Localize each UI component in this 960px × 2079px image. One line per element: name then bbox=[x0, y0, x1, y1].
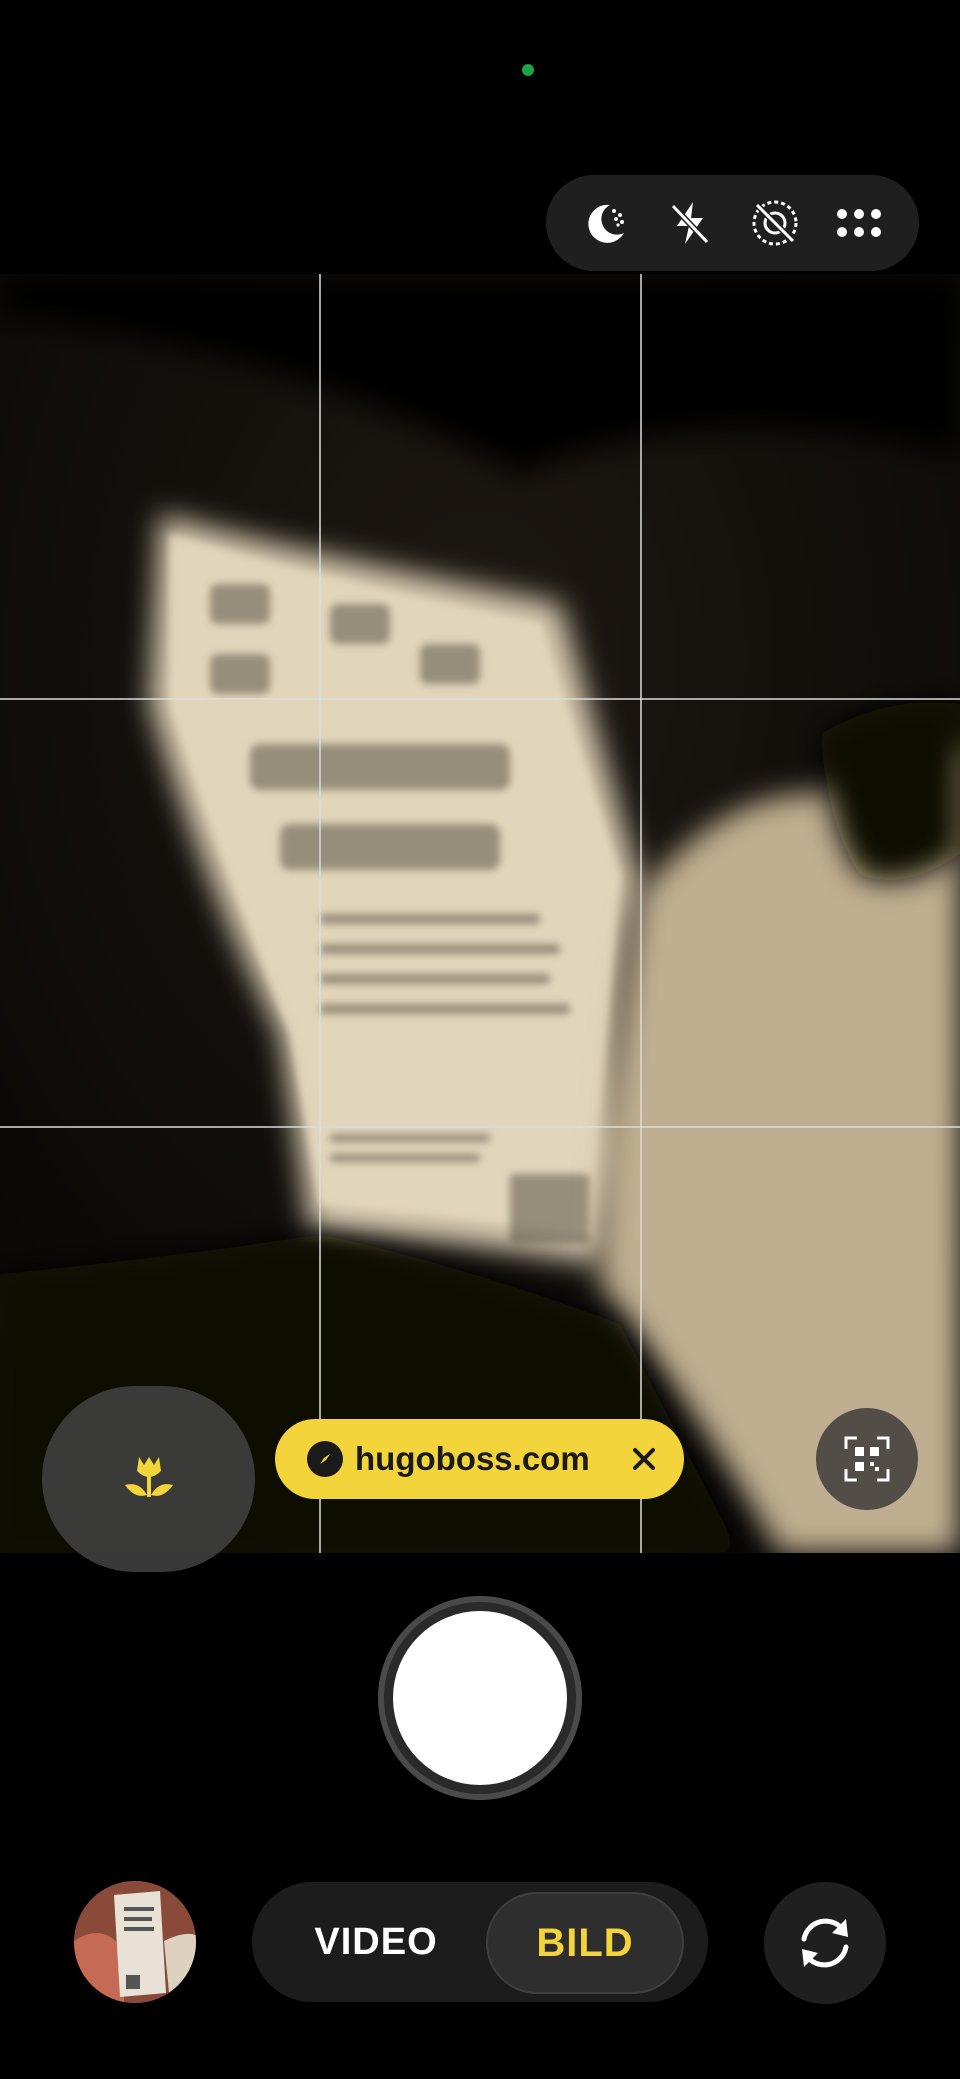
grid-line-vertical bbox=[319, 274, 321, 1553]
night-mode-button[interactable] bbox=[576, 193, 636, 253]
flash-off-icon bbox=[671, 202, 710, 245]
last-photo-preview bbox=[74, 1881, 196, 2003]
top-controls-bar bbox=[546, 175, 919, 271]
shutter-button[interactable] bbox=[393, 1611, 567, 1785]
macro-focus-button[interactable] bbox=[42, 1386, 255, 1572]
qr-scanner-button[interactable] bbox=[816, 1408, 918, 1510]
viewfinder-image bbox=[0, 274, 960, 1553]
mode-photo-tab[interactable]: BILD bbox=[486, 1892, 684, 1994]
camera-viewfinder[interactable] bbox=[0, 274, 960, 1553]
detected-link-text: hugoboss.com bbox=[355, 1440, 590, 1477]
gallery-thumbnail[interactable] bbox=[74, 1881, 196, 2003]
grid-line-horizontal bbox=[0, 698, 960, 700]
flash-button[interactable] bbox=[660, 193, 720, 253]
close-icon bbox=[633, 1448, 655, 1470]
qr-scan-icon bbox=[844, 1436, 890, 1482]
grid-line-vertical bbox=[640, 274, 642, 1553]
motion-photo-button[interactable] bbox=[745, 193, 805, 253]
flower-icon bbox=[124, 1457, 173, 1497]
switch-camera-button[interactable] bbox=[764, 1882, 886, 2004]
motion-photo-off-icon bbox=[752, 200, 798, 246]
switch-camera-icon bbox=[801, 1918, 849, 1968]
night-mode-icon bbox=[588, 204, 625, 243]
dismiss-link-button[interactable] bbox=[622, 1437, 666, 1481]
compass-icon bbox=[307, 1441, 343, 1477]
grid-line-horizontal bbox=[0, 1126, 960, 1128]
more-settings-button[interactable] bbox=[829, 193, 889, 253]
camera-in-use-indicator bbox=[522, 64, 534, 76]
mode-video-tab[interactable]: VIDEO bbox=[292, 1890, 460, 1994]
more-icon bbox=[836, 209, 881, 237]
detected-link-chip[interactable]: hugoboss.com bbox=[275, 1419, 684, 1499]
